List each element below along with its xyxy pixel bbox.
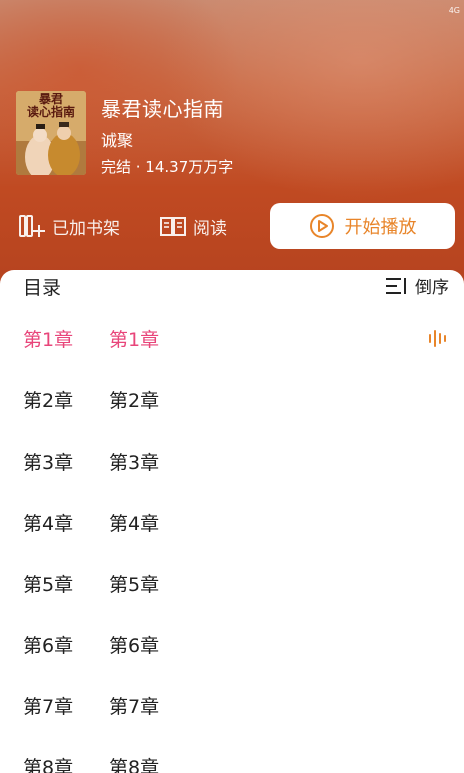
chapter-name: 第5章	[109, 574, 160, 596]
signal-indicator: 4G	[448, 6, 460, 15]
cover-title-line2: 读心指南	[26, 105, 75, 119]
read-button[interactable]: 阅读	[159, 212, 227, 240]
chapter-row[interactable]: 第2章 第2章	[0, 380, 464, 420]
chapter-number: 第5章	[23, 574, 74, 596]
added-to-shelf-label: 已加书架	[52, 218, 120, 239]
reverse-order-button[interactable]: 倒序	[385, 273, 449, 298]
chapter-number: 第4章	[23, 513, 74, 535]
reverse-order-label: 倒序	[415, 278, 449, 298]
book-cover[interactable]: 暴君 读心指南	[16, 91, 86, 175]
toc-title: 目录	[23, 277, 62, 299]
chapter-number: 第7章	[23, 696, 74, 718]
chapter-row[interactable]: 第3章 第3章	[0, 442, 464, 482]
start-playback-label: 开始播放	[344, 217, 417, 238]
book-meta: 完结 · 14.37万万字	[101, 158, 234, 176]
added-to-shelf-button[interactable]: 已加书架	[18, 212, 120, 240]
book-author[interactable]: 诚聚	[101, 127, 133, 151]
chapter-number: 第1章	[23, 329, 74, 351]
chapter-row[interactable]: 第1章 第1章	[0, 319, 464, 359]
chapter-name: 第3章	[109, 452, 160, 474]
chapter-name: 第2章	[109, 390, 160, 412]
book-title: 暴君读心指南	[101, 97, 224, 121]
book-detail-page: 4G 暴君 读心指南 暴君读心指南 诚聚 完结 · 14.37万万字 已加书架 …	[0, 0, 464, 773]
chapter-row[interactable]: 第8章 第8章	[0, 747, 464, 773]
chapter-name: 第7章	[109, 696, 160, 718]
chapter-number: 第3章	[23, 452, 74, 474]
play-circle-icon	[309, 214, 334, 238]
sort-list-icon	[386, 277, 406, 294]
chapter-number: 第6章	[23, 635, 74, 657]
chapter-row[interactable]: 第7章 第7章	[0, 686, 464, 726]
open-book-icon	[160, 217, 186, 236]
chapter-name: 第8章	[109, 757, 160, 773]
table-of-contents: 目录 倒序 第1章 第1章 第2章 第2章 第3章 第3章 第4章 第4章 第5…	[0, 270, 464, 773]
start-playback-button[interactable]: 开始播放	[270, 203, 455, 249]
chapter-name: 第6章	[109, 635, 160, 657]
audio-wave-icon	[429, 330, 446, 347]
chapter-row[interactable]: 第4章 第4章	[0, 503, 464, 543]
chapter-name: 第4章	[109, 513, 160, 535]
chapter-name: 第1章	[109, 329, 160, 351]
book-header: 4G 暴君 读心指南 暴君读心指南 诚聚 完结 · 14.37万万字 已加书架 …	[0, 0, 464, 290]
chapter-row[interactable]: 第6章 第6章	[0, 625, 464, 665]
chapter-number: 第2章	[23, 390, 74, 412]
chapter-number: 第8章	[23, 757, 74, 773]
bookshelf-add-icon	[19, 215, 45, 237]
read-label: 阅读	[193, 218, 227, 239]
chapter-row[interactable]: 第5章 第5章	[0, 564, 464, 604]
